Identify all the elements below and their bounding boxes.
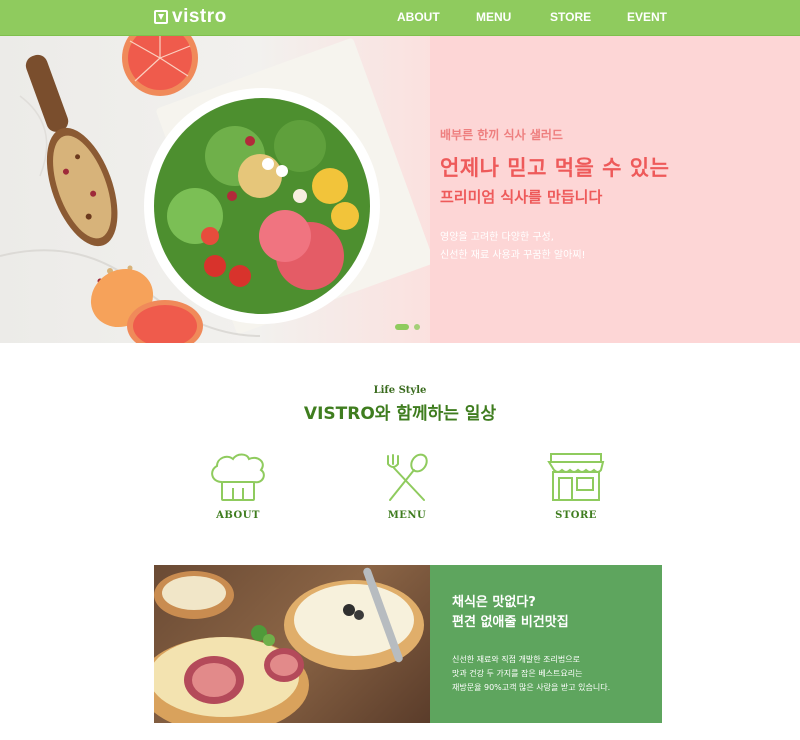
hero-desc-line-1: 영양을 고려한 다양한 구성, bbox=[440, 232, 554, 243]
nav-menu[interactable]: MENU bbox=[476, 10, 511, 24]
feature-about-label: ABOUT bbox=[216, 510, 260, 521]
nav-event[interactable]: EVENT bbox=[627, 10, 667, 24]
section-kicker: Life Style bbox=[373, 385, 427, 396]
vegan-food-photo bbox=[154, 565, 430, 723]
top-nav-bar: vistro ABOUT MENU STORE EVENT bbox=[0, 0, 800, 36]
vegan-toast-illustration bbox=[154, 567, 424, 723]
hero-description: 영양을 고려한 다양한 구성, 신선한 재료 사용과 꾸꿈한 알아찌! bbox=[440, 229, 770, 265]
feature-menu-label: MENU bbox=[387, 510, 427, 521]
logo-icon bbox=[154, 10, 168, 24]
salad-illustration bbox=[0, 36, 434, 343]
promo-desc-line-3: 재방문율 90%고객 많은 사랑을 받고 있습니다. bbox=[452, 683, 611, 692]
promo-desc-line-1: 신선한 재료와 직접 개발한 조리법으로 bbox=[452, 655, 580, 664]
fork-spoon-icon bbox=[387, 453, 428, 501]
slider-pagination bbox=[395, 324, 420, 330]
logo-text: vistro bbox=[172, 6, 227, 27]
promo-title-line-1: 채식은 맛없다? bbox=[452, 595, 536, 610]
hero-kicker: 배부른 한끼 식사 샐러드 bbox=[440, 128, 563, 142]
site-logo[interactable]: vistro bbox=[154, 7, 227, 27]
promo-title-line-2: 편견 없애줄 비건맛집 bbox=[452, 615, 569, 630]
feature-about[interactable]: ABOUT bbox=[188, 452, 288, 521]
promo-desc-line-2: 맛과 건강 두 가지를 잡은 베스트요리는 bbox=[452, 669, 583, 678]
slide-dot-1[interactable] bbox=[395, 324, 409, 330]
storefront-icon bbox=[547, 453, 605, 501]
slide-dot-2[interactable] bbox=[414, 324, 420, 330]
feature-store-label: STORE bbox=[555, 510, 597, 521]
salad-photo bbox=[0, 36, 434, 343]
nav-store[interactable]: STORE bbox=[550, 10, 591, 24]
hero-desc-line-2: 신선한 재료 사용과 꾸꿈한 알아찌! bbox=[440, 250, 586, 261]
hero-title: 언제나 믿고 먹을 수 있는 bbox=[440, 156, 670, 180]
promo-description: 신선한 재료와 직접 개발한 조리법으로 맛과 건강 두 가지를 잡은 베스트요… bbox=[452, 653, 662, 695]
hero-copy: 배부른 한끼 식사 샐러드 언제나 믿고 먹을 수 있는 프리미엄 식사를 만듭… bbox=[440, 126, 770, 265]
feature-store[interactable]: STORE bbox=[526, 452, 626, 521]
promo-box[interactable]: 채식은 맛없다? 편견 없애줄 비건맛집 신선한 재료와 직접 개발한 조리법으… bbox=[430, 565, 662, 723]
feature-menu[interactable]: MENU bbox=[357, 452, 457, 521]
nav-about[interactable]: ABOUT bbox=[397, 10, 440, 24]
hero-banner: 배부른 한끼 식사 샐러드 언제나 믿고 먹을 수 있는 프리미엄 식사를 만듭… bbox=[0, 36, 800, 343]
section-title: VISTRO와 함께하는 일상 bbox=[303, 404, 497, 424]
chef-hat-icon bbox=[211, 453, 265, 501]
hero-subtitle: 프리미엄 식사를 만듭니다 bbox=[440, 188, 603, 206]
promo-title: 채식은 맛없다? 편견 없애줄 비건맛집 bbox=[452, 593, 662, 633]
